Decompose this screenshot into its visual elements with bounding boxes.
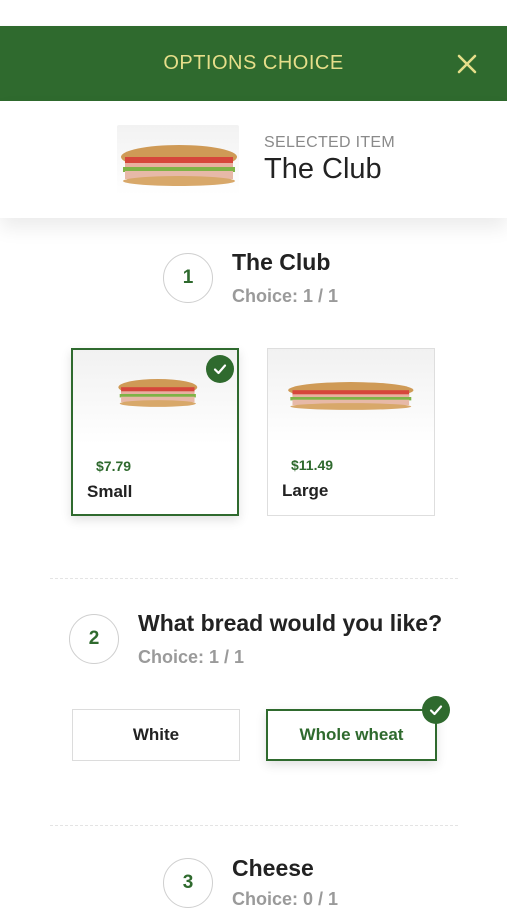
step-2-number: 2 <box>69 614 119 664</box>
size-option-large[interactable]: $11.49 Large <box>267 348 435 516</box>
selected-item-image <box>117 125 239 195</box>
step-3-title: Cheese <box>232 855 314 881</box>
header-title: OPTIONS CHOICE <box>163 52 344 74</box>
selected-item-name: The Club <box>264 153 382 185</box>
selected-item-panel: SELECTED ITEM The Club <box>0 101 507 218</box>
step-1-title: The Club <box>232 249 331 275</box>
bread-option-whole-wheat[interactable]: Whole wheat <box>266 709 437 761</box>
step-1-choice-count: Choice: 1 / 1 <box>232 286 339 306</box>
step-3-number: 3 <box>163 858 213 908</box>
size-name: Large <box>282 481 329 500</box>
step-2-choice-count: Choice: 1 / 1 <box>138 647 245 667</box>
size-price: $7.79 <box>96 458 132 474</box>
section-divider <box>50 578 458 579</box>
bread-option-white[interactable]: White <box>72 709 240 761</box>
close-icon <box>457 54 477 73</box>
checkmark-icon <box>206 355 234 383</box>
selected-item-label: SELECTED ITEM <box>264 134 396 151</box>
section-divider <box>50 825 458 826</box>
top-spacer <box>0 0 507 26</box>
size-name: Small <box>87 482 133 501</box>
checkmark-icon <box>422 696 450 724</box>
large-sandwich-image <box>268 349 434 443</box>
size-price: $11.49 <box>291 457 334 473</box>
header-bar: OPTIONS CHOICE <box>0 26 507 101</box>
step-1-number: 1 <box>163 253 213 303</box>
close-button[interactable] <box>455 52 479 76</box>
step-2-title: What bread would you like? <box>138 610 443 636</box>
